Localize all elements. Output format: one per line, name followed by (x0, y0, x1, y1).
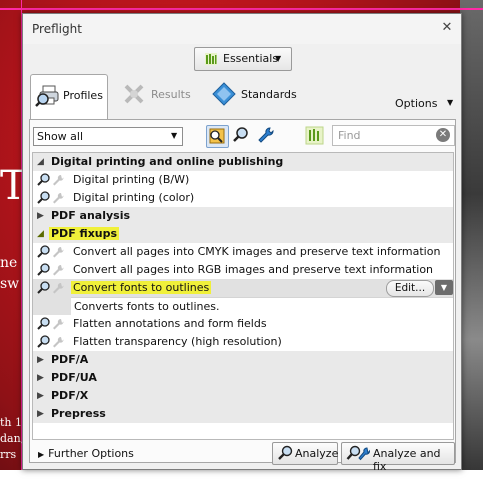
bg-text-fragment: th 1 (0, 416, 22, 429)
fixups-view-button[interactable] (256, 125, 277, 146)
tree-item-selected[interactable]: Convert fonts to outlines Edit... ▼ Conv… (33, 279, 453, 316)
filter-dropdown[interactable]: Show all ▼ (33, 127, 183, 146)
group-label: PDF analysis (51, 209, 131, 222)
further-options-toggle[interactable]: ▶ Further Options (38, 447, 134, 460)
tab-profiles-label: Profiles (63, 89, 103, 102)
diamond-icon (212, 82, 236, 106)
title-bar[interactable]: Preflight ✕ (23, 14, 461, 44)
tree-item[interactable]: Convert all pages into RGB images and pr… (33, 261, 453, 279)
printer-magnifier-icon (35, 85, 59, 107)
group-label: PDF/UA (51, 371, 97, 384)
check-fix-icons (37, 245, 64, 258)
check-fix-icons (37, 317, 64, 330)
chevron-down-icon: ▼ (275, 54, 282, 63)
bg-text-fragment: rrs (0, 448, 17, 461)
dialog-title: Preflight (32, 22, 82, 36)
item-description: Converts fonts to outlines. (71, 297, 453, 316)
bg-text-fragment: ne (0, 255, 18, 271)
filter-value: Show all (37, 130, 84, 143)
tree-item[interactable]: Digital printing (color) (33, 189, 453, 207)
tree-group-pdfa[interactable]: ▶ PDF/A (33, 351, 453, 369)
item-label: Convert fonts to outlines (71, 281, 212, 294)
group-label: PDF fixups (49, 227, 120, 240)
item-label: Convert all pages into CMYK images and p… (73, 245, 441, 258)
essentials-dropdown[interactable]: Essentials ▼ (194, 47, 292, 71)
group-label: PDF/X (51, 389, 89, 402)
collapsed-triangle-icon: ▶ (38, 450, 45, 459)
tree-group-pdfua[interactable]: ▶ PDF/UA (33, 369, 453, 387)
item-label: Flatten annotations and form fields (73, 317, 267, 330)
collapsed-triangle-icon[interactable]: ▶ (37, 391, 44, 401)
tree-group-prepress[interactable]: ▶ Prepress (33, 405, 453, 423)
bars-icon (305, 126, 324, 145)
checks-view-button[interactable] (231, 125, 252, 146)
analyze-label: Analyze (295, 447, 339, 460)
options-menu[interactable]: Options (395, 97, 437, 110)
find-input[interactable]: Find ✕ (332, 125, 455, 146)
close-icon[interactable]: ✕ (440, 21, 454, 35)
collapsed-triangle-icon[interactable]: ▶ (37, 373, 44, 383)
check-fix-icons (37, 173, 64, 186)
essentials-label: Essentials (223, 52, 279, 65)
check-fix-icons (37, 281, 64, 294)
tab-standards[interactable]: Standards (209, 74, 301, 116)
tree-item[interactable]: Digital printing (B/W) (33, 171, 453, 189)
chevron-down-icon[interactable]: ▼ (435, 280, 453, 295)
profiles-tree: ◢ Digital printing and online publishing… (32, 152, 454, 440)
tree-item[interactable]: Flatten annotations and form fields (33, 315, 453, 333)
collapsed-triangle-icon[interactable]: ▶ (37, 409, 44, 419)
collapsed-triangle-icon[interactable]: ▶ (37, 211, 44, 221)
group-label: Digital printing and online publishing (51, 155, 284, 168)
tree-group-pdfx[interactable]: ▶ PDF/X (33, 387, 453, 405)
essentials-bars-button[interactable] (304, 125, 325, 146)
check-fix-icons (37, 263, 64, 276)
tab-standards-label: Standards (241, 88, 297, 101)
find-placeholder: Find (338, 129, 361, 142)
item-label: Flatten transparency (high resolution) (73, 335, 282, 348)
background-photo-strip (460, 0, 483, 485)
description-text: Converts fonts to outlines. (74, 300, 220, 313)
chevron-down-icon[interactable]: ▼ (447, 98, 453, 107)
magnifier-icon (278, 445, 293, 460)
tab-profiles[interactable]: Profiles (30, 74, 108, 120)
profiles-view-icon (209, 128, 225, 144)
expanded-triangle-icon[interactable]: ◢ (37, 157, 44, 167)
tree-item[interactable]: Convert all pages into CMYK images and p… (33, 243, 453, 261)
analyze-button[interactable]: Analyze (272, 442, 338, 465)
bg-text-fragment: dan, (0, 432, 25, 445)
profiles-panel: Show all ▼ Find ✕ ◢ Digital printing and… (29, 119, 456, 473)
group-label: PDF/A (51, 353, 89, 366)
item-label: Digital printing (color) (73, 191, 195, 204)
analyze-and-fix-label: Analyze and fix (373, 447, 441, 473)
collapsed-triangle-icon[interactable]: ▶ (37, 355, 44, 365)
profiles-view-button[interactable] (206, 125, 229, 148)
tab-results-label: Results (151, 88, 191, 101)
group-label: Prepress (51, 407, 106, 420)
check-fix-icons (37, 335, 64, 348)
guide-line-horizontal (0, 8, 483, 10)
preflight-dialog: Preflight ✕ Essentials ▼ Profiles Result… (22, 13, 462, 473)
clear-icon[interactable]: ✕ (436, 128, 450, 142)
item-label: Digital printing (B/W) (73, 173, 190, 186)
tree-item[interactable]: Flatten transparency (high resolution) (33, 333, 453, 351)
tree-group-pdf-analysis[interactable]: ▶ PDF analysis (33, 207, 453, 225)
tree-group-digital[interactable]: ◢ Digital printing and online publishing (33, 153, 453, 171)
check-fix-icons (37, 191, 64, 204)
chevron-down-icon: ▼ (171, 131, 178, 140)
magnifier-wrench-icon (346, 445, 370, 461)
magnifier-icon (233, 127, 248, 142)
further-options-label: Further Options (48, 447, 134, 460)
edit-button[interactable]: Edit... (386, 280, 434, 297)
expanded-triangle-icon[interactable]: ◢ (37, 229, 44, 239)
tab-results[interactable]: Results (119, 74, 199, 116)
analyze-and-fix-button[interactable]: Analyze and fix (341, 442, 455, 473)
bars-icon (205, 53, 217, 65)
tree-group-pdf-fixups[interactable]: ◢ PDF fixups (33, 225, 453, 243)
item-label: Convert all pages into RGB images and pr… (73, 263, 434, 276)
bg-text-fragment: sw (0, 276, 20, 292)
results-wrench-icon (124, 84, 144, 104)
wrench-icon (258, 127, 274, 143)
